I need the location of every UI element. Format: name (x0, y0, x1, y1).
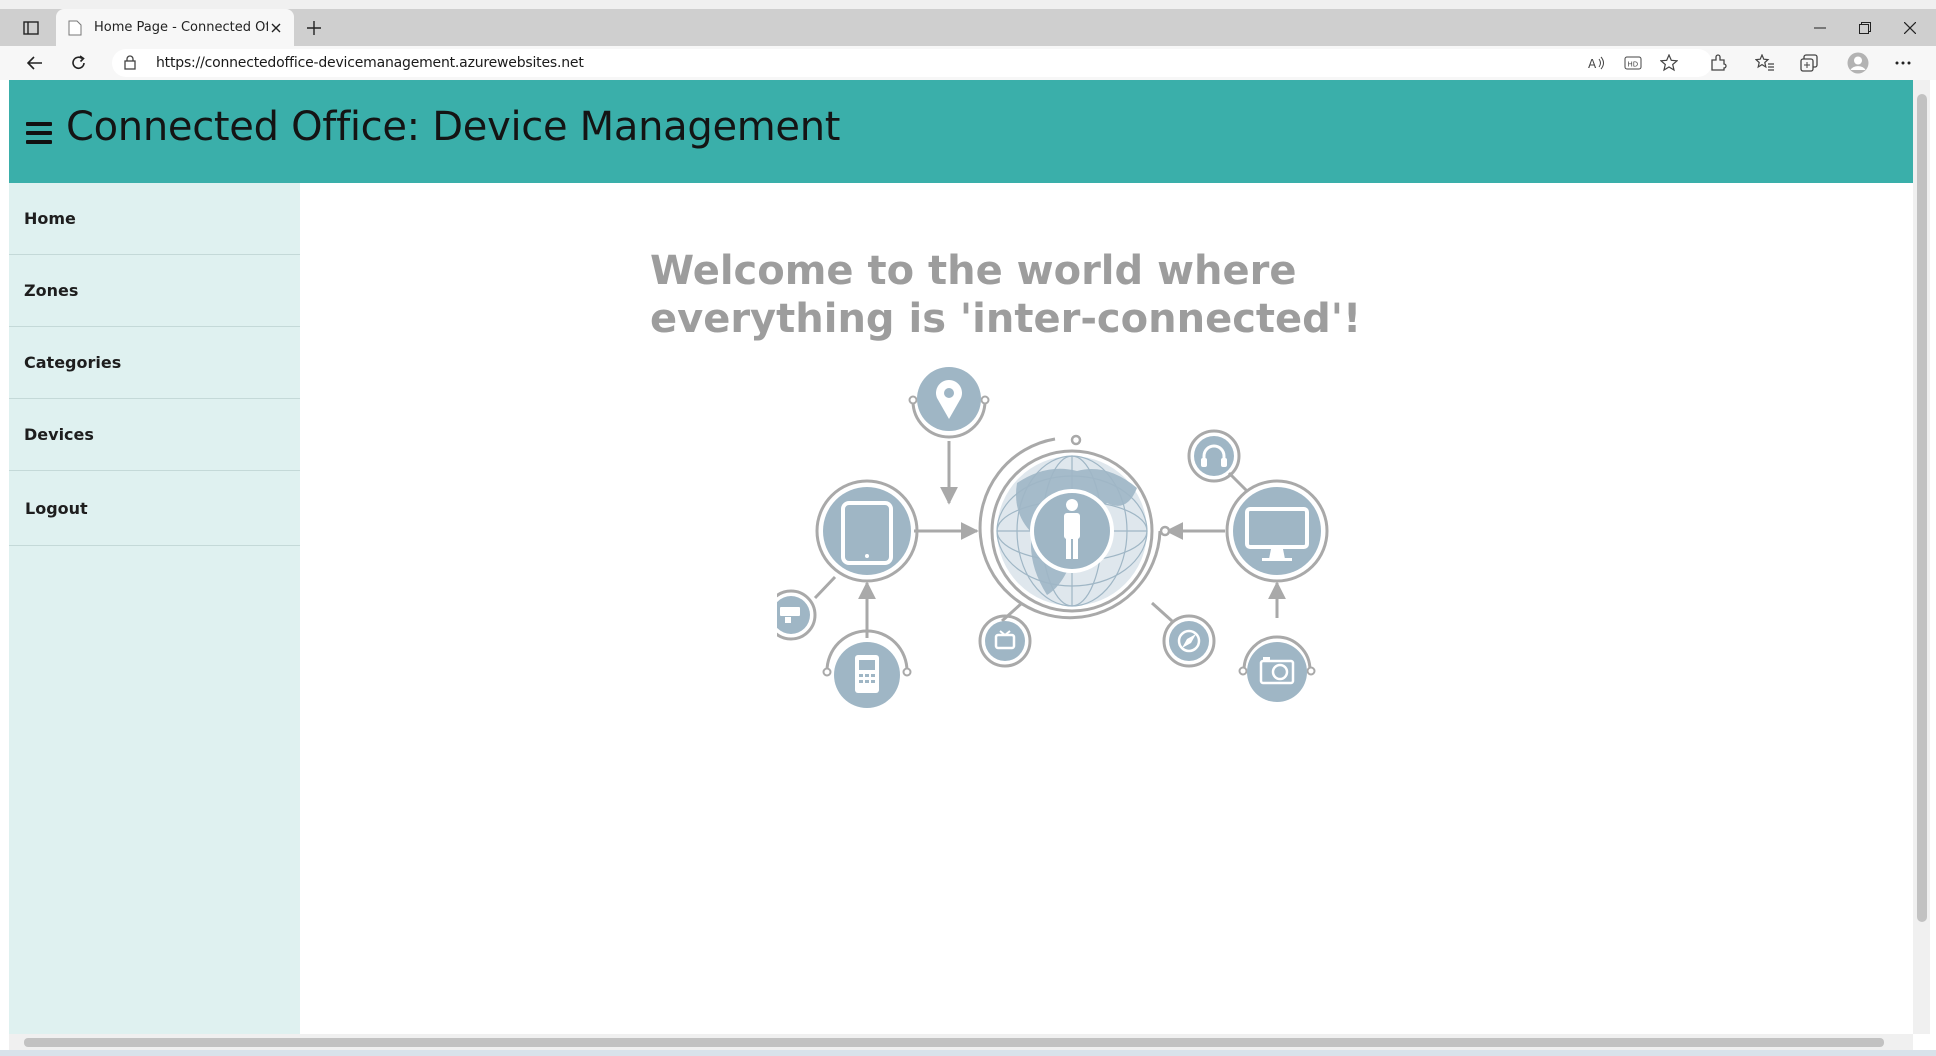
browser-tab-strip: Home Page - Connected Office: Device Man… (0, 0, 1936, 46)
compass-icon (1162, 614, 1216, 668)
vertical-scrollbar[interactable] (1913, 80, 1930, 1034)
restore-icon[interactable] (1845, 15, 1885, 41)
taskbar-edge (0, 1050, 1936, 1056)
page-favicon-icon (68, 20, 84, 36)
sidebar-item-logout[interactable]: Logout (9, 471, 300, 546)
url-field[interactable]: https://connectedoffice-devicemanagement… (112, 49, 1712, 77)
sidebar-item-devices[interactable]: Devices (9, 399, 300, 471)
web-page: Connected Office: Device Management Home… (9, 80, 1913, 1034)
location-pin-icon (908, 367, 990, 439)
url-text: https://connectedoffice-devicemanagement… (156, 55, 584, 71)
horizontal-scrollbar[interactable] (9, 1034, 1913, 1050)
sidebar-item-zones[interactable]: Zones (9, 255, 300, 327)
tab-title: Home Page - Connected Office: Device Man… (94, 20, 268, 35)
svg-text:A: A (1588, 57, 1597, 70)
extensions-icon[interactable] (1705, 51, 1731, 75)
hamburger-menu-icon[interactable] (26, 122, 52, 144)
welcome-heading: Welcome to the world where everything is… (650, 247, 1362, 343)
sidebar: Home Zones Categories Devices Logout (9, 183, 300, 1034)
headphones-icon (1187, 429, 1241, 483)
sidebar-item-home[interactable]: Home (9, 183, 300, 255)
hd-video-icon[interactable]: HD (1620, 51, 1646, 75)
browser-tab-active[interactable]: Home Page - Connected Office: Device Man… (56, 9, 294, 46)
more-options-icon[interactable] (1890, 51, 1916, 75)
monitor-icon (1225, 479, 1329, 583)
new-tab-icon[interactable] (302, 16, 326, 40)
main-content: Welcome to the world where everything is… (300, 183, 1913, 1034)
svg-text:HD: HD (1628, 61, 1639, 69)
connected-devices-illustration (777, 367, 1329, 708)
welcome-line-1: Welcome to the world where (650, 248, 1297, 294)
tablet-icon (815, 479, 919, 583)
horizontal-scrollbar-thumb[interactable] (24, 1038, 1884, 1047)
back-arrow-icon[interactable] (22, 51, 48, 75)
welcome-line-2: everything is 'inter-connected'! (650, 296, 1362, 342)
camera-icon (1238, 635, 1316, 702)
sidebar-item-categories[interactable]: Categories (9, 327, 300, 399)
favorite-star-icon[interactable] (1656, 51, 1682, 75)
lock-icon[interactable] (124, 55, 136, 75)
minimize-icon[interactable] (1800, 15, 1840, 41)
tv-icon (978, 614, 1032, 668)
vertical-scrollbar-thumb[interactable] (1917, 94, 1927, 922)
app-header: Connected Office: Device Management (9, 80, 1913, 183)
address-bar: https://connectedoffice-devicemanagement… (0, 46, 1936, 80)
close-tab-icon[interactable] (268, 20, 284, 36)
tab-actions-icon[interactable] (16, 15, 46, 41)
favorites-icon[interactable] (1752, 51, 1778, 75)
close-window-icon[interactable] (1890, 15, 1930, 41)
profile-avatar-icon[interactable] (1845, 51, 1871, 75)
collections-icon[interactable] (1796, 51, 1822, 75)
refresh-icon[interactable] (66, 51, 92, 75)
security-camera-icon (777, 589, 817, 641)
mobile-phone-icon (822, 629, 912, 708)
app-title: Connected Office: Device Management (66, 104, 841, 150)
read-aloud-icon[interactable]: A (1584, 51, 1610, 75)
